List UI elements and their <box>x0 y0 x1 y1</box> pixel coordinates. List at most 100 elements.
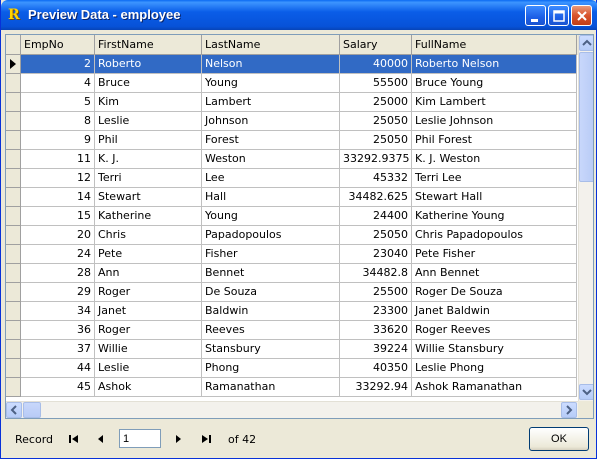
cell-firstname[interactable]: Bruce <box>95 74 202 93</box>
table-row[interactable]: 20 Chris Papadopoulos 25050 Chris Papadopoul… <box>6 226 578 245</box>
row-indicator[interactable] <box>6 131 21 150</box>
cell-lastname[interactable]: Weston <box>202 150 340 169</box>
row-indicator[interactable] <box>6 302 21 321</box>
cell-salary[interactable]: 25050 <box>340 131 412 150</box>
cell-fullname[interactable]: Ann Bennet <box>412 264 577 283</box>
row-indicator[interactable] <box>6 378 21 397</box>
cell-fullname[interactable]: Leslie Johnson <box>412 112 577 131</box>
cell-firstname[interactable]: Terri <box>95 169 202 188</box>
cell-firstname[interactable]: Leslie <box>95 112 202 131</box>
cell-lastname[interactable]: Baldwin <box>202 302 340 321</box>
cell-firstname[interactable]: Ann <box>95 264 202 283</box>
cell-fullname[interactable]: Bruce Young <box>412 74 577 93</box>
table-row[interactable]: 4 Bruce Young 55500 Bruce Young <box>6 74 578 93</box>
minimize-button[interactable] <box>525 5 546 26</box>
cell-firstname[interactable]: Kim <box>95 93 202 112</box>
cell-salary[interactable]: 45332 <box>340 169 412 188</box>
cell-fullname[interactable]: Phil Forest <box>412 131 577 150</box>
cell-empno[interactable]: 36 <box>21 321 95 340</box>
table-row[interactable]: 12 Terri Lee 45332 Terri Lee <box>6 169 578 188</box>
cell-fullname[interactable]: Kim Lambert <box>412 93 577 112</box>
cell-firstname[interactable]: Chris <box>95 226 202 245</box>
cell-salary[interactable]: 23040 <box>340 245 412 264</box>
cell-firstname[interactable]: Katherine <box>95 207 202 226</box>
cell-empno[interactable]: 2 <box>21 55 95 74</box>
table-row[interactable]: 2 Roberto Nelson 40000 Roberto Nelson <box>6 55 578 74</box>
cell-firstname[interactable]: Pete <box>95 245 202 264</box>
cell-salary[interactable]: 40000 <box>340 55 412 74</box>
first-record-button[interactable] <box>65 430 83 448</box>
table-row[interactable]: 15 Katherine Young 24400 Katherine Young <box>6 207 578 226</box>
cell-lastname[interactable]: Papadopoulos <box>202 226 340 245</box>
table-row[interactable]: 8 Leslie Johnson 25050 Leslie Johnson <box>6 112 578 131</box>
cell-salary[interactable]: 39224 <box>340 340 412 359</box>
cell-fullname[interactable]: Leslie Phong <box>412 359 577 378</box>
cell-empno[interactable]: 14 <box>21 188 95 207</box>
cell-lastname[interactable]: Lee <box>202 169 340 188</box>
scroll-up-button[interactable] <box>579 35 593 51</box>
row-indicator[interactable] <box>6 169 21 188</box>
cell-fullname[interactable]: Pete Fisher <box>412 245 577 264</box>
cell-firstname[interactable]: Willie <box>95 340 202 359</box>
cell-empno[interactable]: 4 <box>21 74 95 93</box>
cell-salary[interactable]: 24400 <box>340 207 412 226</box>
cell-fullname[interactable]: Katherine Young <box>412 207 577 226</box>
cell-empno[interactable]: 34 <box>21 302 95 321</box>
cell-firstname[interactable]: Leslie <box>95 359 202 378</box>
cell-lastname[interactable]: Phong <box>202 359 340 378</box>
cell-empno[interactable]: 24 <box>21 245 95 264</box>
cell-lastname[interactable]: Lambert <box>202 93 340 112</box>
row-indicator[interactable] <box>6 74 21 93</box>
scroll-left-button[interactable] <box>6 402 22 418</box>
cell-empno[interactable]: 5 <box>21 93 95 112</box>
cell-firstname[interactable]: Stewart <box>95 188 202 207</box>
cell-salary[interactable]: 40350 <box>340 359 412 378</box>
last-record-button[interactable] <box>197 430 215 448</box>
row-indicator[interactable] <box>6 207 21 226</box>
cell-empno[interactable]: 11 <box>21 150 95 169</box>
table-row[interactable]: 36 Roger Reeves 33620 Roger Reeves <box>6 321 578 340</box>
cell-empno[interactable]: 45 <box>21 378 95 397</box>
cell-salary[interactable]: 33292.9375 <box>340 150 412 169</box>
cell-empno[interactable]: 37 <box>21 340 95 359</box>
vertical-scroll-thumb[interactable] <box>579 52 593 182</box>
row-indicator[interactable] <box>6 340 21 359</box>
cell-empno[interactable]: 29 <box>21 283 95 302</box>
cell-firstname[interactable]: Janet <box>95 302 202 321</box>
table-row[interactable]: 11 K. J. Weston 33292.9375 K. J. Weston <box>6 150 578 169</box>
data-grid[interactable]: EmpNo FirstName LastName Salary FullName 2 Ro… <box>5 34 594 419</box>
table-row[interactable]: 5 Kim Lambert 25000 Kim Lambert <box>6 93 578 112</box>
cell-empno[interactable]: 8 <box>21 112 95 131</box>
next-record-button[interactable] <box>169 430 187 448</box>
cell-lastname[interactable]: Hall <box>202 188 340 207</box>
row-indicator[interactable] <box>6 150 21 169</box>
table-row[interactable]: 24 Pete Fisher 23040 Pete Fisher <box>6 245 578 264</box>
table-row[interactable]: 29 Roger De Souza 25500 Roger De Souza <box>6 283 578 302</box>
cell-firstname[interactable]: Ashok <box>95 378 202 397</box>
cell-fullname[interactable]: Stewart Hall <box>412 188 577 207</box>
cell-lastname[interactable]: Forest <box>202 131 340 150</box>
column-header-lastname[interactable]: LastName <box>202 35 340 55</box>
row-indicator[interactable] <box>6 359 21 378</box>
table-row[interactable]: 45 Ashok Ramanathan 33292.94 Ashok Ramanatha… <box>6 378 578 397</box>
cell-fullname[interactable]: Willie Stansbury <box>412 340 577 359</box>
cell-fullname[interactable]: Ashok Ramanathan <box>412 378 577 397</box>
cell-salary[interactable]: 25000 <box>340 93 412 112</box>
cell-firstname[interactable]: Roberto <box>95 55 202 74</box>
previous-record-button[interactable] <box>92 430 110 448</box>
row-indicator[interactable] <box>6 264 21 283</box>
close-button[interactable] <box>571 5 592 26</box>
table-row[interactable]: 37 Willie Stansbury 39224 Willie Stansbury <box>6 340 578 359</box>
cell-fullname[interactable]: Chris Papadopoulos <box>412 226 577 245</box>
column-header-firstname[interactable]: FirstName <box>95 35 202 55</box>
cell-empno[interactable]: 12 <box>21 169 95 188</box>
cell-empno[interactable]: 28 <box>21 264 95 283</box>
current-row-pointer-icon[interactable] <box>6 55 21 74</box>
row-indicator[interactable] <box>6 283 21 302</box>
cell-salary[interactable]: 34482.8 <box>340 264 412 283</box>
cell-salary[interactable]: 34482.625 <box>340 188 412 207</box>
cell-firstname[interactable]: Phil <box>95 131 202 150</box>
cell-fullname[interactable]: Janet Baldwin <box>412 302 577 321</box>
cell-lastname[interactable]: Bennet <box>202 264 340 283</box>
cell-salary[interactable]: 25500 <box>340 283 412 302</box>
